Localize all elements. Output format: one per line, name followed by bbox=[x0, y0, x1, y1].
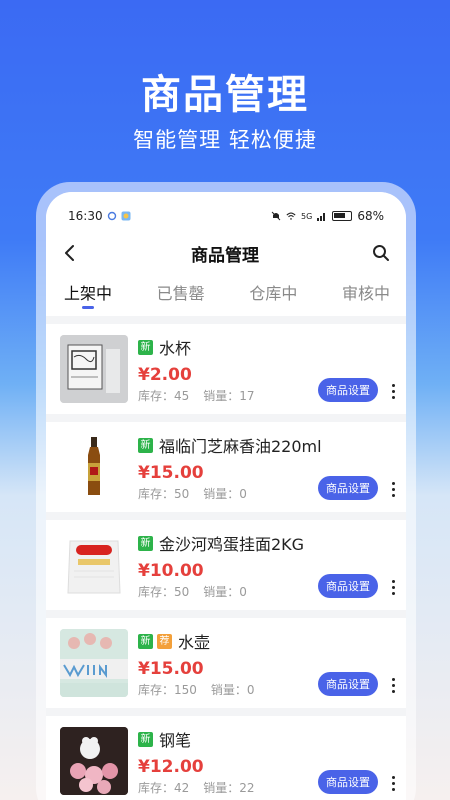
app-screen: 16:30 5G 68% 商品管理 上架中 已售罄 仓库中 审核中 新 水杯 ¥… bbox=[46, 192, 406, 800]
product-settings-button[interactable]: 商品设置 bbox=[318, 672, 378, 696]
tab-warehouse[interactable]: 仓库中 bbox=[249, 274, 297, 316]
kettle-photo bbox=[60, 629, 128, 697]
more-options-icon[interactable] bbox=[392, 580, 396, 595]
status-time: 16:30 bbox=[68, 209, 103, 223]
product-list: 新 水杯 ¥2.00 库存：45 销量：17 商品设置 新 福临门芝麻香油220… bbox=[46, 316, 406, 800]
battery-icon bbox=[332, 211, 353, 221]
product-name: 水杯 bbox=[159, 339, 192, 358]
app-notification-icon bbox=[121, 211, 131, 221]
tab-on-shelf[interactable]: 上架中 bbox=[64, 274, 112, 316]
product-stock: 库存：50 bbox=[138, 487, 190, 501]
nav-bar: 商品管理 bbox=[46, 232, 406, 274]
new-tag: 新 bbox=[138, 339, 153, 355]
product-settings-button[interactable]: 商品设置 bbox=[318, 378, 378, 402]
product-name: 福临门芝麻香油220ml bbox=[159, 437, 322, 456]
product-image bbox=[60, 629, 128, 697]
product-stock: 库存：42 bbox=[138, 781, 190, 795]
product-settings-button[interactable]: 商品设置 bbox=[318, 476, 378, 500]
product-image bbox=[60, 727, 128, 795]
product-item[interactable]: 新 荐 水壶 ¥15.00 库存：150 销量：0 商品设置 bbox=[46, 618, 406, 708]
product-sales: 销量：17 bbox=[203, 389, 255, 403]
pen-photo bbox=[60, 727, 128, 795]
tab-bar: 上架中 已售罄 仓库中 审核中 bbox=[46, 274, 406, 316]
sync-icon bbox=[107, 211, 116, 221]
product-name: 金沙河鸡蛋挂面2KG bbox=[159, 535, 305, 554]
page-title: 商品管理 bbox=[191, 245, 259, 266]
search-icon[interactable] bbox=[372, 244, 390, 262]
product-name: 钢笔 bbox=[159, 731, 192, 750]
product-image bbox=[60, 335, 128, 403]
new-tag: 新 bbox=[138, 633, 153, 649]
promo-title: 商品管理 bbox=[141, 72, 309, 118]
cup-photo bbox=[60, 335, 128, 403]
product-item[interactable]: 新 福临门芝麻香油220ml ¥15.00 库存：50 销量：0 商品设置 bbox=[46, 422, 406, 512]
promo-subtitle: 智能管理 轻松便捷 bbox=[133, 128, 317, 152]
product-sales: 销量：22 bbox=[203, 781, 255, 795]
new-tag: 新 bbox=[138, 535, 153, 551]
more-options-icon[interactable] bbox=[392, 384, 396, 399]
new-tag: 新 bbox=[138, 731, 153, 747]
battery-level: 68% bbox=[357, 209, 384, 223]
product-image bbox=[60, 531, 128, 599]
product-item[interactable]: 新 水杯 ¥2.00 库存：45 销量：17 商品设置 bbox=[46, 324, 406, 414]
mute-icon bbox=[271, 211, 281, 221]
product-settings-button[interactable]: 商品设置 bbox=[318, 770, 378, 794]
phone-frame: 16:30 5G 68% 商品管理 上架中 已售罄 仓库中 审核中 新 水杯 ¥… bbox=[36, 182, 416, 800]
product-sales: 销量：0 bbox=[203, 585, 247, 599]
signal-icon bbox=[317, 213, 326, 221]
product-stock: 库存：45 bbox=[138, 389, 190, 403]
noodle-bag-photo bbox=[67, 540, 121, 594]
product-stock: 库存：150 bbox=[138, 683, 197, 697]
more-options-icon[interactable] bbox=[392, 482, 396, 497]
tab-sold-out[interactable]: 已售罄 bbox=[157, 274, 205, 316]
product-sales: 销量：0 bbox=[210, 683, 255, 697]
product-image bbox=[60, 433, 128, 501]
product-sales: 销量：0 bbox=[203, 487, 247, 501]
product-item[interactable]: 新 钢笔 ¥12.00 库存：42 销量：22 商品设置 bbox=[46, 716, 406, 800]
product-stock: 库存：50 bbox=[138, 585, 190, 599]
product-name: 水壶 bbox=[178, 633, 211, 652]
network-type: 5G bbox=[301, 211, 313, 221]
more-options-icon[interactable] bbox=[392, 678, 396, 693]
more-options-icon[interactable] bbox=[392, 776, 396, 791]
status-bar: 16:30 5G 68% bbox=[46, 192, 406, 232]
tab-reviewing[interactable]: 审核中 bbox=[342, 274, 390, 316]
new-tag: 新 bbox=[138, 437, 153, 453]
product-item[interactable]: 新 金沙河鸡蛋挂面2KG ¥10.00 库存：50 销量：0 商品设置 bbox=[46, 520, 406, 610]
oil-bottle-photo bbox=[88, 437, 100, 495]
product-settings-button[interactable]: 商品设置 bbox=[318, 574, 378, 598]
chevron-left-icon[interactable] bbox=[62, 244, 78, 262]
recommend-tag: 荐 bbox=[157, 633, 172, 649]
wifi-icon bbox=[286, 212, 296, 220]
